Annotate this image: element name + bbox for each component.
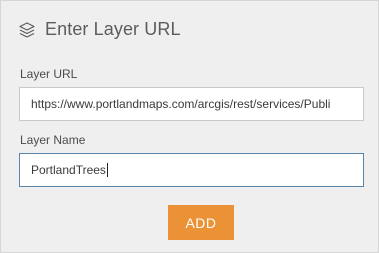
layer-url-value: https://www.portlandmaps.com/arcgis/rest…: [31, 97, 331, 111]
layer-url-input[interactable]: https://www.portlandmaps.com/arcgis/rest…: [19, 87, 364, 121]
layer-url-label: Layer URL: [20, 67, 78, 81]
layer-name-value: PortlandTrees: [31, 163, 106, 177]
panel-title: Enter Layer URL: [45, 19, 181, 39]
text-caret: [106, 163, 108, 177]
add-button[interactable]: ADD: [168, 205, 234, 240]
layer-name-label: Layer Name: [20, 133, 86, 147]
layer-name-input[interactable]: PortlandTrees: [19, 153, 364, 187]
panel-header: Enter Layer URL: [18, 19, 181, 40]
enter-layer-url-panel: Enter Layer URL Layer URL https://www.po…: [0, 0, 379, 253]
layers-icon: [18, 21, 36, 39]
